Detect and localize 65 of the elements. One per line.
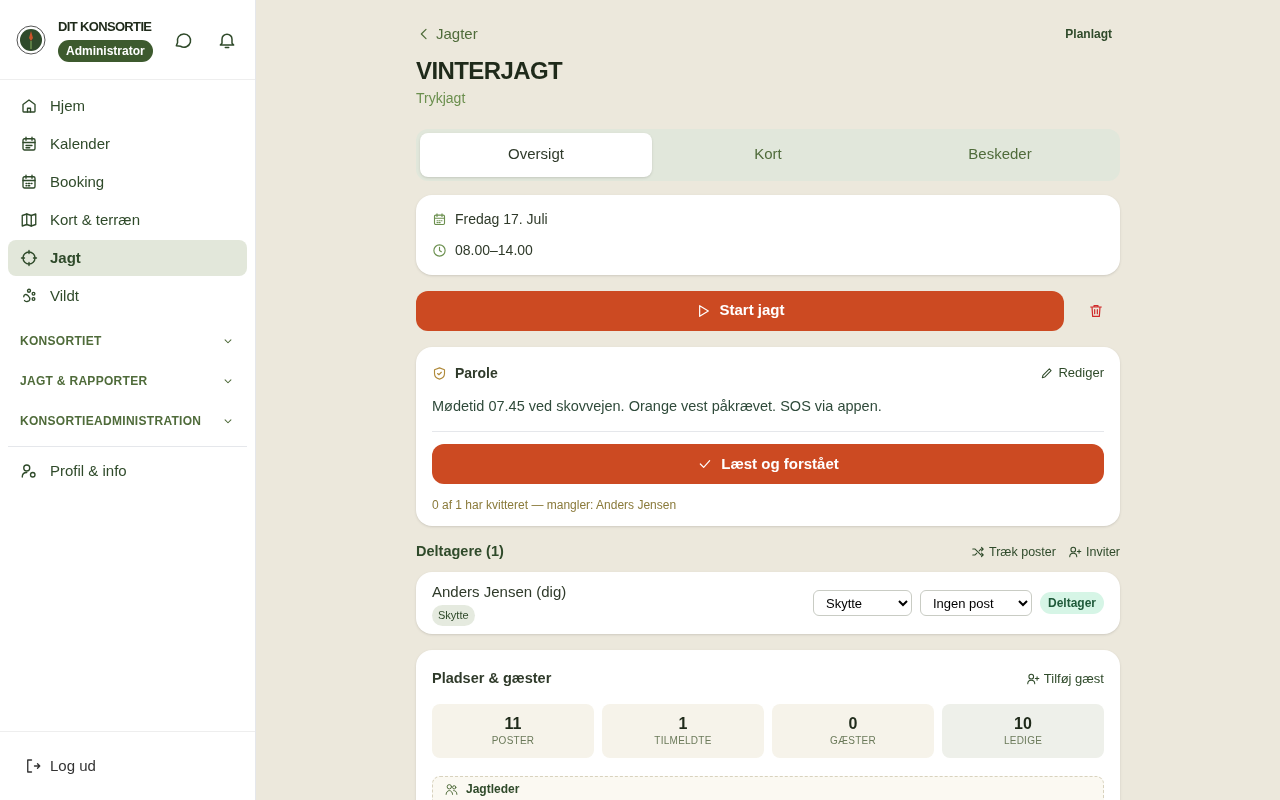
stat-label: TILMELDTE [654,736,712,747]
role-tag: Skytte [432,605,475,626]
stat-value: 10 [1014,716,1032,733]
nav-item[interactable]: Kort & terræn [8,202,247,238]
post-select[interactable]: Ingen post [919,590,1032,617]
stat-value: 11 [504,716,522,733]
tab[interactable]: Beskeder [884,132,1116,177]
calendar-icon [20,135,38,153]
start-hunt-button[interactable]: Start jagt [416,290,1064,331]
stat-label: GÆSTER [830,736,876,747]
add-guest-button[interactable]: Tilføj gæst [1025,669,1104,689]
brand-name: DIT KONSORTIE [58,17,152,36]
tab[interactable]: Oversigt [420,132,652,177]
stat-label: LEDIGE [1003,736,1043,747]
hunt-time: 08.00–14.00 [455,240,533,260]
nav-section-toggle[interactable]: KONSORTIEADMINISTRATION [8,402,247,440]
shield-icon [432,365,447,381]
stat-label: POSTER [491,736,535,747]
tab[interactable]: Kort [652,132,884,177]
leader-label: Jagtleder [466,783,520,796]
delete-button[interactable] [1088,302,1104,319]
participant-name: Anders Jensen (dig) [432,581,567,602]
user-plus-icon [1067,545,1082,560]
map-icon [20,211,38,229]
edit-button[interactable]: Rediger [1040,363,1104,383]
home-icon [20,97,38,115]
clock-icon [432,242,447,258]
back-link[interactable]: Jagter [416,22,478,46]
stat-value: 0 [848,716,858,733]
hunt-date: Fredag 17. Juli [455,209,548,229]
pencil-icon [1040,366,1055,381]
logo-icon [16,24,46,55]
nav-item[interactable]: Vildt [8,278,247,314]
calendar-icon [20,173,38,191]
user-settings-icon [20,462,38,480]
invite-button[interactable]: Inviter [1067,542,1120,562]
status-label: Planlagt [1064,26,1113,43]
user-plus-icon [1025,672,1040,687]
users-icon [445,783,458,797]
shuffle-icon [971,545,986,560]
nav-item[interactable]: Jagt [8,240,247,276]
calendar-icon [432,211,447,227]
stat-value: 1 [678,716,688,733]
section-title: Pladser & gæster [432,669,552,689]
nav-item[interactable]: Booking [8,164,247,200]
receipt-status: 0 af 1 har kvitteret — mangler: Anders Jensen [432,497,678,515]
nav-item[interactable]: Hjem [8,88,247,124]
crosshair-icon [20,249,38,267]
nav-item[interactable]: Kalender [8,126,247,162]
logout-icon [24,757,42,775]
nav-section-toggle[interactable]: KONSORTIET [8,322,247,360]
status-badge: Deltager [1039,592,1104,615]
trash-icon [1088,302,1104,319]
section-title: Deltagere (1) [416,542,504,562]
nav-section-toggle[interactable]: JAGT & RAPPORTER [8,362,247,400]
role-badge: Administrator [58,40,153,63]
page-title: VINTERJAGT [416,56,564,86]
parole-text: Mødetid 07.45 ved skovvejen. Orange vest påkrævet. SOS via appen. [432,395,1104,433]
role-select[interactable]: Skytte [812,590,912,617]
logout-link[interactable]: Log ud [24,754,96,778]
nav-item[interactable]: Profil & info [8,453,247,489]
draw-posts-button[interactable]: Træk poster [971,542,1056,562]
page-subtitle: Trykjagt [416,88,467,108]
parole-title: Parole [455,363,498,383]
acknowledge-button[interactable]: Læst og forstået [432,444,1104,485]
